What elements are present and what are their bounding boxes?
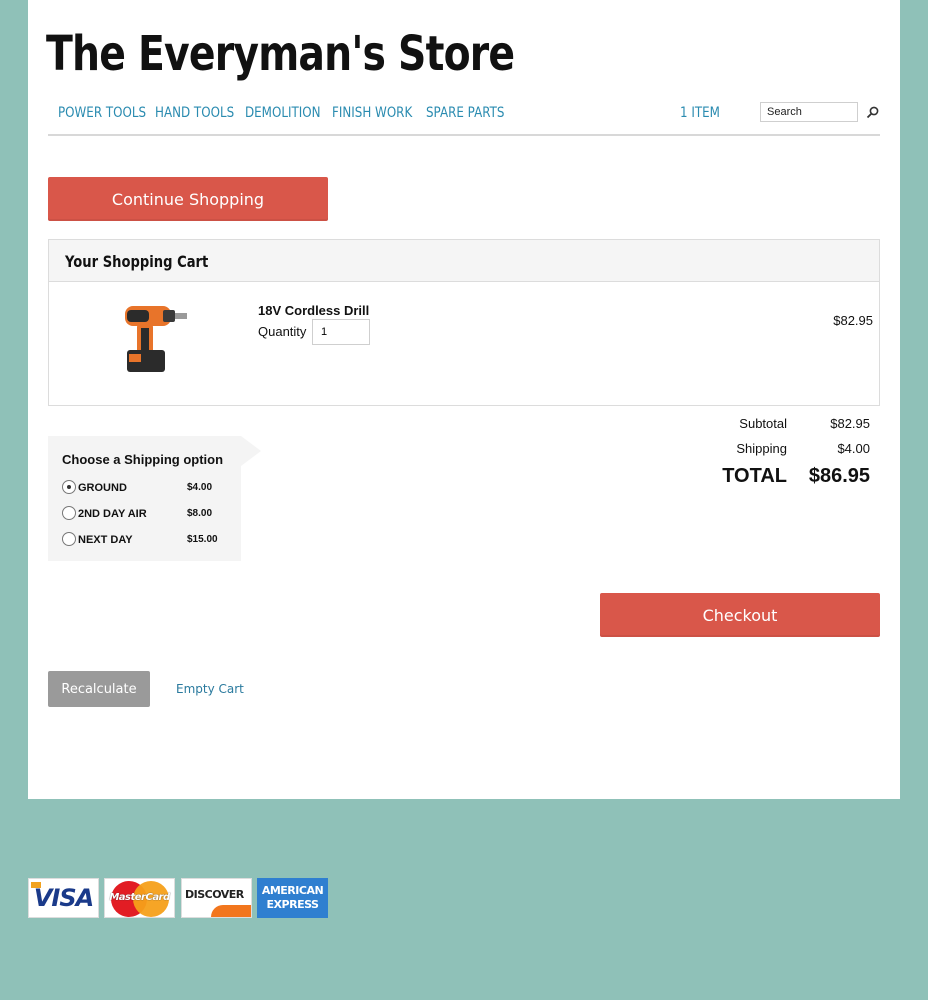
total-value: $86.95 xyxy=(808,465,870,487)
cart-heading: Your Shopping Cart xyxy=(65,252,209,271)
search-input[interactable] xyxy=(760,102,858,122)
nav-item-finish-work[interactable]: Finish Work xyxy=(332,105,412,121)
checkout-button[interactable]: Checkout xyxy=(600,593,880,637)
discover-text: DISCOVER xyxy=(185,888,244,901)
radio-ground[interactable] xyxy=(62,480,76,494)
cordless-drill-image xyxy=(125,306,187,372)
nav-item-hand-tools[interactable]: Hand Tools xyxy=(155,105,234,121)
cart-header: Your Shopping Cart xyxy=(49,240,879,282)
nav-item-power-tools[interactable]: Power Tools xyxy=(58,105,146,121)
continue-shopping-button[interactable]: Continue Shopping xyxy=(48,177,328,221)
quantity-input[interactable] xyxy=(312,319,370,345)
shipping-cost-value: $4.00 xyxy=(837,441,870,456)
shipping-options-panel: Choose a Shipping option GROUND $4.00 2N… xyxy=(48,436,241,561)
empty-cart-link[interactable]: Empty Cart xyxy=(176,682,244,696)
mastercard-logo: MasterCard xyxy=(104,878,175,918)
shipping-option-name: 2ND DAY AIR xyxy=(78,508,147,520)
visa-logo: VISA xyxy=(28,878,99,918)
shipping-option-price: $15.00 xyxy=(187,534,218,545)
nav-item-spare-parts[interactable]: Spare Parts xyxy=(426,105,504,121)
shopping-cart-panel: Your Shopping Cart 18V Cordless Drill Qu… xyxy=(48,239,880,406)
discover-logo: DISCOVER xyxy=(181,878,252,918)
quantity-label: Quantity xyxy=(258,324,307,339)
radio-next-day[interactable] xyxy=(62,532,76,546)
shipping-option-name: GROUND xyxy=(78,482,127,494)
amex-text-line2: EXPRESS xyxy=(266,898,319,911)
shipping-cost-label: Shipping xyxy=(736,441,787,456)
nav-item-demolition[interactable]: Demolition xyxy=(245,105,321,121)
shipping-option-price: $4.00 xyxy=(187,482,213,493)
amex-text-line1: AMERICAN xyxy=(261,884,324,897)
mastercard-text: MasterCard xyxy=(109,892,170,903)
recalculate-button[interactable]: Recalculate xyxy=(48,671,150,707)
shipping-panel-pointer xyxy=(241,436,261,466)
subtotal-label: Subtotal xyxy=(739,416,787,431)
cart-item-count[interactable]: 1 Item xyxy=(680,105,720,121)
shipping-option-price: $8.00 xyxy=(187,508,213,519)
visa-text: VISA xyxy=(33,884,94,912)
radio-2nd-day-air[interactable] xyxy=(62,506,76,520)
subtotal-value: $82.95 xyxy=(830,416,870,431)
item-price: $82.95 xyxy=(833,313,873,328)
main-page: The Everyman's Store Power Tools Hand To… xyxy=(28,0,900,799)
total-label: TOTAL xyxy=(722,465,787,487)
shipping-option-name: NEXT DAY xyxy=(78,534,133,546)
product-name[interactable]: 18V Cordless Drill xyxy=(258,303,369,318)
main-nav: Power Tools Hand Tools Demolition Finish… xyxy=(48,102,880,136)
amex-logo: AMERICAN EXPRESS xyxy=(257,878,328,918)
store-title: The Everyman's Store xyxy=(46,26,515,82)
search-icon[interactable] xyxy=(866,105,880,119)
shipping-title: Choose a Shipping option xyxy=(62,452,224,467)
